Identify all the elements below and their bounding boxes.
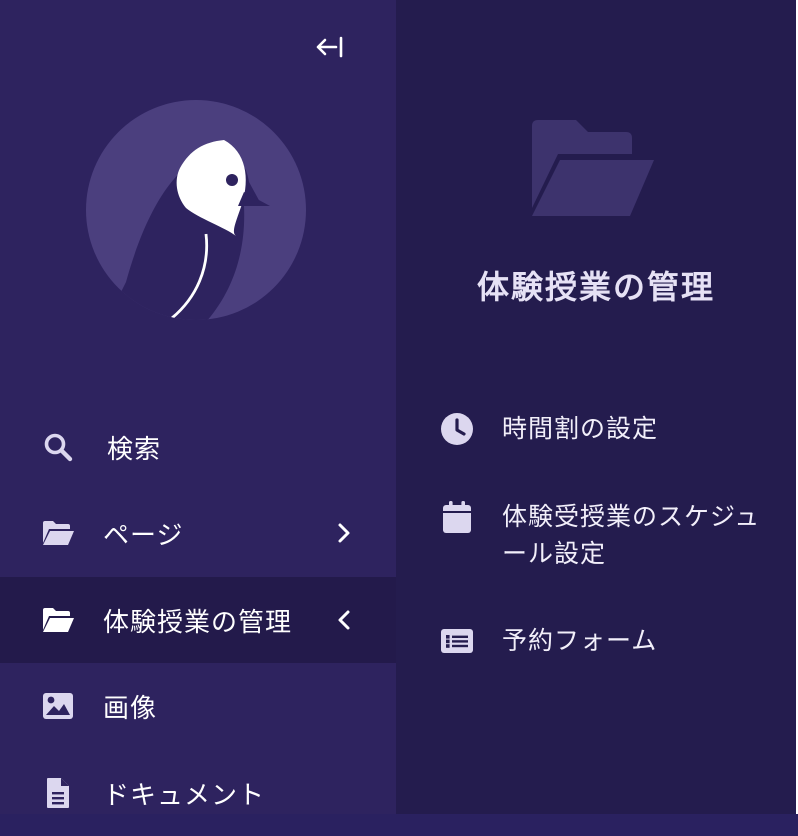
sidebar-item-label: 検索 [107, 434, 162, 465]
folder-open-icon [40, 515, 76, 551]
sidebar: 検索 ページ 体験授業の管理 画像 ドキュメント [0, 0, 396, 814]
calendar-icon [440, 500, 474, 534]
submenu-item-label: 予約フォーム [502, 626, 658, 655]
list-form-icon [440, 624, 474, 658]
bird-logo-icon [86, 100, 306, 320]
arrow-left-to-line-icon [316, 36, 343, 58]
panel-title: 体験授業の管理 [476, 268, 715, 306]
sidebar-item-documents[interactable]: ドキュメント [0, 750, 396, 836]
search-icon [40, 429, 76, 465]
chevron-right-icon [330, 519, 358, 547]
sidebar-item-label: ドキュメント [103, 780, 266, 811]
submenu-item-label: 時間割の設定 [502, 414, 659, 443]
sidebar-item-label: 体験授業の管理 [103, 607, 293, 638]
folder-open-icon [40, 602, 76, 638]
submenu-item-label: 体験受授業のスケジュール設定 [502, 502, 761, 568]
folder-open-icon [530, 118, 656, 218]
document-icon [40, 775, 76, 811]
sidebar-item-images[interactable]: 画像 [0, 663, 396, 749]
sidebar-item-search[interactable]: 検索 [0, 404, 396, 490]
clock-icon [440, 412, 474, 446]
submenu-item-reservation-form[interactable]: 予約フォーム [396, 622, 796, 662]
image-icon [40, 688, 76, 724]
logo [86, 100, 306, 320]
sidebar-item-pages[interactable]: ページ [0, 490, 396, 576]
sidebar-item-label: ページ [103, 520, 184, 551]
sidebar-item-trial-lesson-management[interactable]: 体験授業の管理 [0, 577, 396, 663]
submenu-item-schedule-settings[interactable]: 体験受授業のスケジュール設定 [396, 498, 796, 574]
submenu-item-timetable-settings[interactable]: 時間割の設定 [396, 410, 796, 450]
sidebar-item-label: 画像 [103, 693, 158, 724]
collapse-sidebar-button[interactable] [310, 30, 350, 64]
chevron-left-icon [330, 606, 358, 634]
